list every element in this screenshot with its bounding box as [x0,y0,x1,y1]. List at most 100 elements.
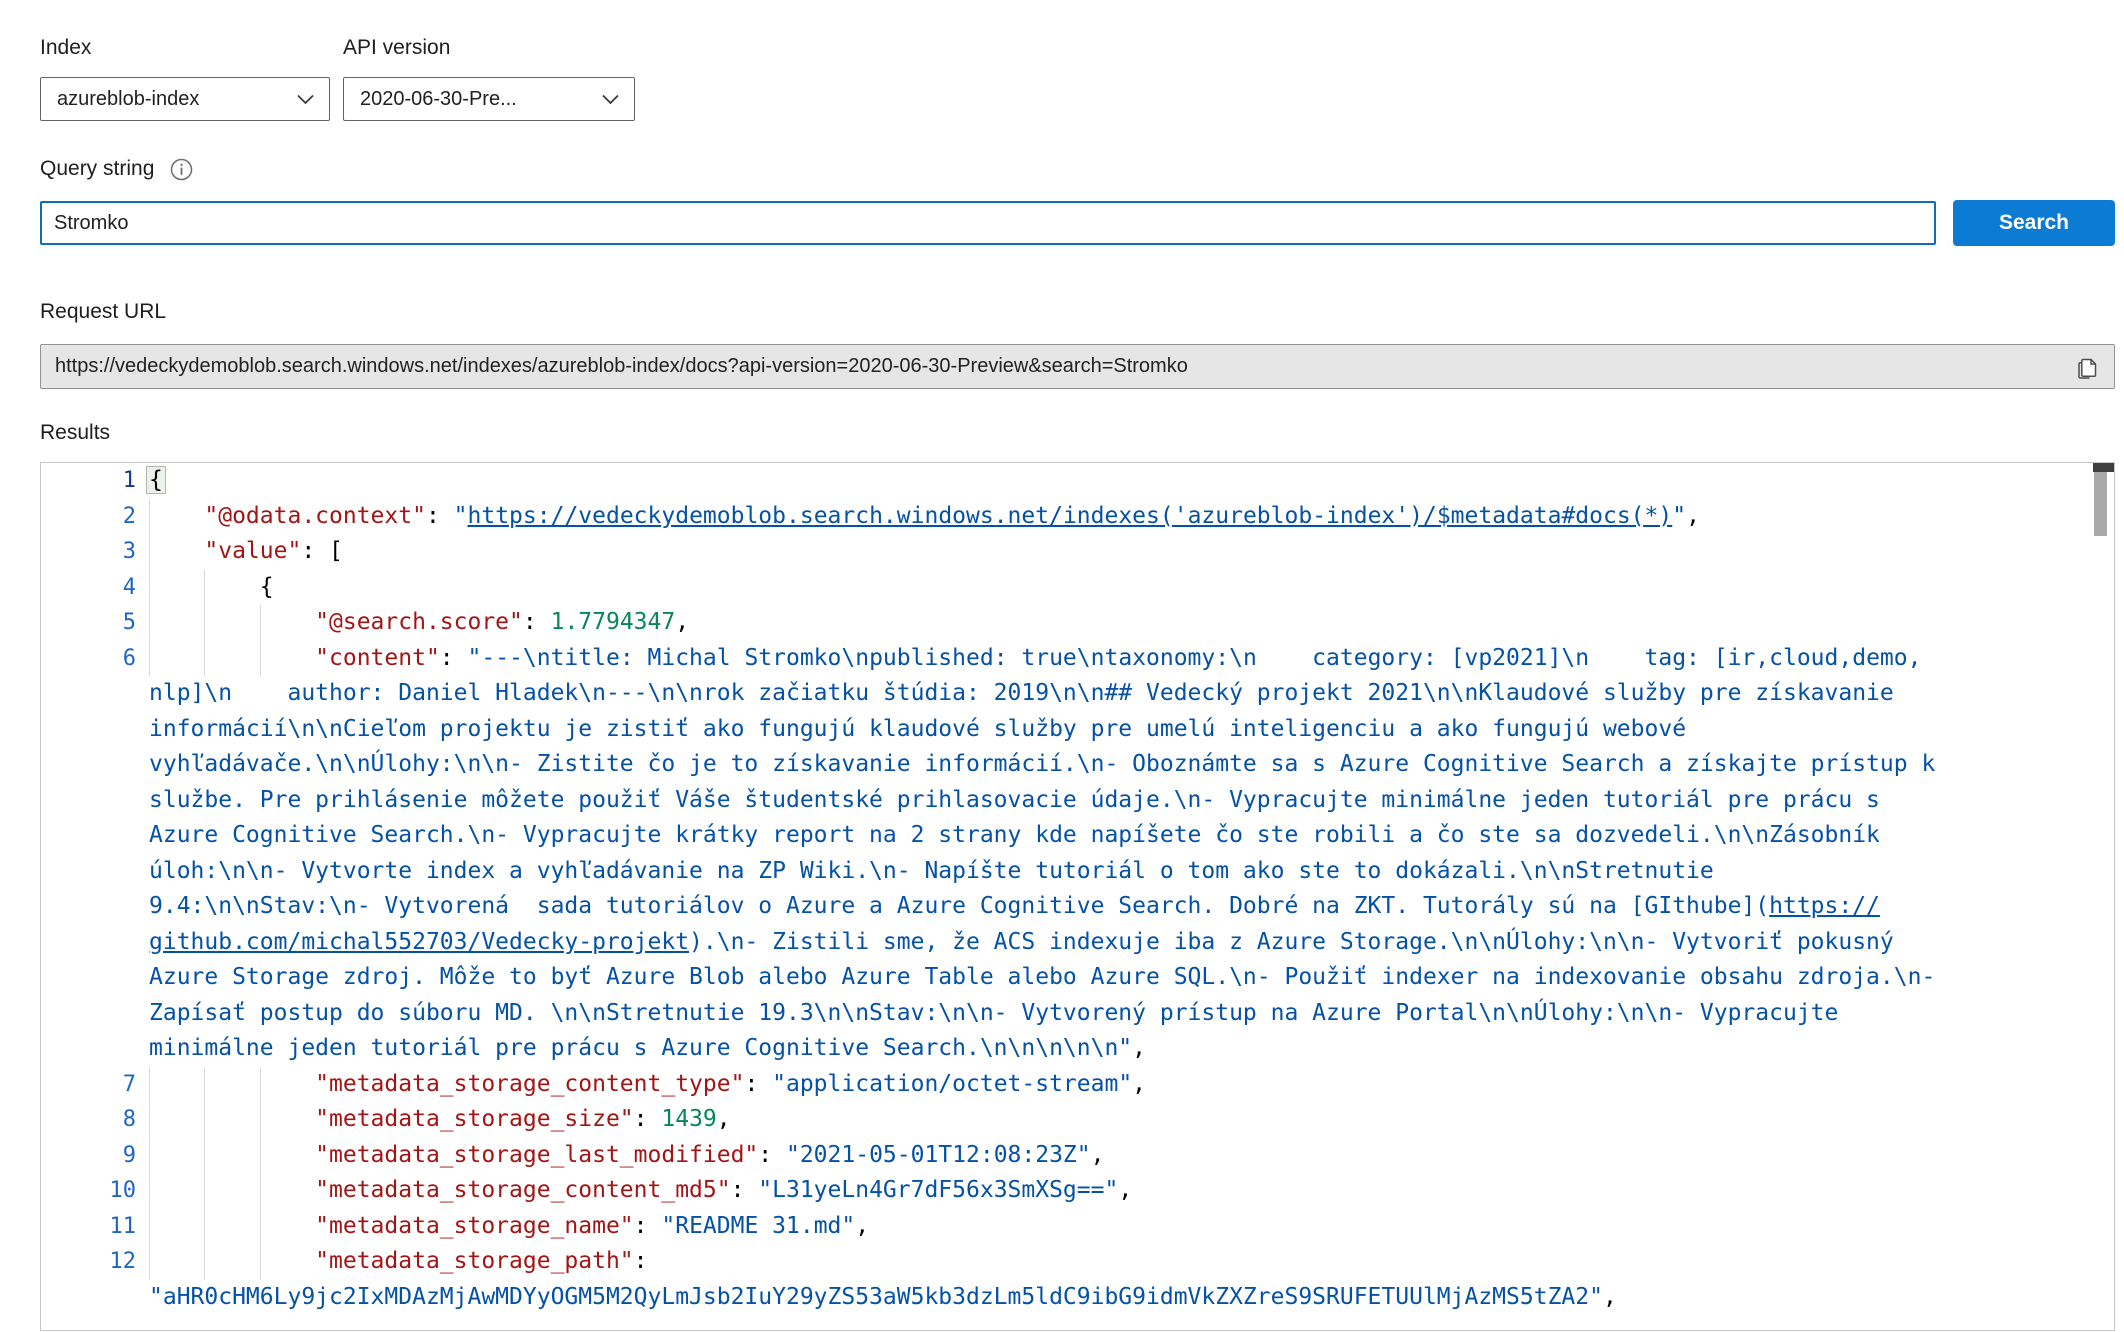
query-string-label: Query string [40,157,154,181]
code-row: minimálne jeden tutoriál pre prácu s Azu… [41,1031,2114,1067]
code-link[interactable]: github.com/michal552703/Vedecky-projekt [149,929,689,955]
line-number [41,676,136,712]
code-token: "L31yeLn4Gr7dF56x3SmXSg==" [758,1177,1118,1203]
editor-scrollbar [2093,463,2114,1330]
indent-guide [260,1138,261,1174]
scrollbar-top-marker [2093,463,2114,472]
code-token [149,1248,315,1274]
code-token: : [634,1106,662,1132]
code-row: službe. Pre prihlásenie môžete použiť Vá… [41,783,2114,819]
request-url-value: https://vedeckydemoblob.search.windows.n… [55,355,2064,378]
results-label: Results [40,421,2115,445]
code-row: 9 "metadata_storage_last_modified": "202… [41,1138,2114,1174]
line-number [41,960,136,996]
code-token: , [675,609,689,635]
code-token: { [149,574,274,600]
line-number [41,889,136,925]
code-token: : [634,1213,662,1239]
code-token: "metadata_storage_last_modified" [315,1142,758,1168]
code-token [149,538,204,564]
line-number [41,783,136,819]
scrollbar-thumb[interactable] [2094,472,2107,536]
code-token: nlp]\n author: Daniel Hladek\n---\n\nrok… [149,680,1894,706]
code-row: Azure Cognitive Search.\n- Vypracujte kr… [41,818,2114,854]
request-url-label: Request URL [40,300,2115,324]
code-token [149,1106,315,1132]
line-number: 8 [41,1102,136,1138]
line-number: 2 [41,499,136,535]
indent-guide [204,1244,205,1280]
code-token [149,645,315,671]
line-number: 7 [41,1067,136,1103]
code-link[interactable]: https://vedeckydemoblob.search.windows.n… [468,503,1673,529]
code-token: "value" [204,538,301,564]
code-token: "metadata_storage_path" [315,1248,634,1274]
request-url-bar: https://vedeckydemoblob.search.windows.n… [40,344,2115,389]
code-token: Azure Cognitive Search.\n- Vypracujte kr… [149,822,1880,848]
code-token: "metadata_storage_content_type" [315,1071,744,1097]
code-token: : [440,645,468,671]
line-number: 5 [41,605,136,641]
code-token [149,503,204,529]
search-button[interactable]: Search [1953,200,2115,246]
indent-guide [149,1067,150,1103]
results-json-editor[interactable]: 1{2 "@odata.context": "https://vedeckyde… [40,462,2115,1331]
code-link[interactable]: https:// [1769,893,1880,919]
code-token: vyhľadávače.\n\nÚlohy:\n\n- Zistite čo j… [149,751,1935,777]
line-number: 9 [41,1138,136,1174]
indent-guide [149,1244,150,1280]
info-icon[interactable] [170,158,193,181]
code-row: 4 { [41,570,2114,606]
line-number [41,1031,136,1067]
copy-icon[interactable] [2076,354,2100,380]
line-number [41,712,136,748]
code-token: "metadata_storage_size" [315,1106,634,1132]
line-number [41,818,136,854]
code-row: 3 "value": [ [41,534,2114,570]
code-row: 7 "metadata_storage_content_type": "appl… [41,1067,2114,1103]
code-token [149,1177,315,1203]
chevron-down-icon [297,88,314,111]
code-token: "metadata_storage_name" [315,1213,634,1239]
line-number: 6 [41,641,136,677]
code-token: Azure Storage zdroj. Môže to byť Azure B… [149,964,1935,990]
api-version-label: API version [343,36,635,60]
code-row: github.com/michal552703/Vedecky-projekt)… [41,925,2114,961]
line-number: 1 [41,463,136,499]
indent-guide [204,1173,205,1209]
search-explorer-page: Index azureblob-index API version 2020-0… [0,0,2124,1331]
api-version-dropdown-value: 2020-06-30-Pre... [360,88,517,111]
line-number [41,854,136,890]
code-token: "metadata_storage_content_md5" [315,1177,730,1203]
code-token: Zapísať postup do súboru MD. \n\nStretnu… [149,1000,1838,1026]
query-string-input[interactable] [40,201,1936,245]
code-token: , [1118,1177,1132,1203]
line-number: 10 [41,1173,136,1209]
code-token: : [634,1248,648,1274]
index-label: Index [40,36,330,60]
line-number [41,1280,136,1316]
code-token: : [744,1071,772,1097]
query-row: Search [40,201,2115,246]
indent-guide [204,605,205,641]
indent-guide [149,570,150,606]
indent-guide [204,1209,205,1245]
code-row: Zapísať postup do súboru MD. \n\nStretnu… [41,996,2114,1032]
indent-guide [149,1102,150,1138]
json-code: 1{2 "@odata.context": "https://vedeckyde… [41,463,2114,1315]
code-token: "content" [315,645,440,671]
code-token: , [855,1213,869,1239]
indent-guide [204,1102,205,1138]
api-version-dropdown[interactable]: 2020-06-30-Pre... [343,77,635,121]
code-token: službe. Pre prihlásenie môžete použiť Vá… [149,787,1880,813]
indent-guide [204,1067,205,1103]
code-token: 1439 [661,1106,716,1132]
code-row: 5 "@search.score": 1.7794347, [41,605,2114,641]
line-number: 4 [41,570,136,606]
index-dropdown[interactable]: azureblob-index [40,77,330,121]
code-token: { [146,466,166,494]
code-token: "@search.score" [315,609,523,635]
code-token: ).\n- Zistili sme, že ACS indexuje iba z… [689,929,1894,955]
line-number: 3 [41,534,136,570]
code-token: , [1091,1142,1105,1168]
